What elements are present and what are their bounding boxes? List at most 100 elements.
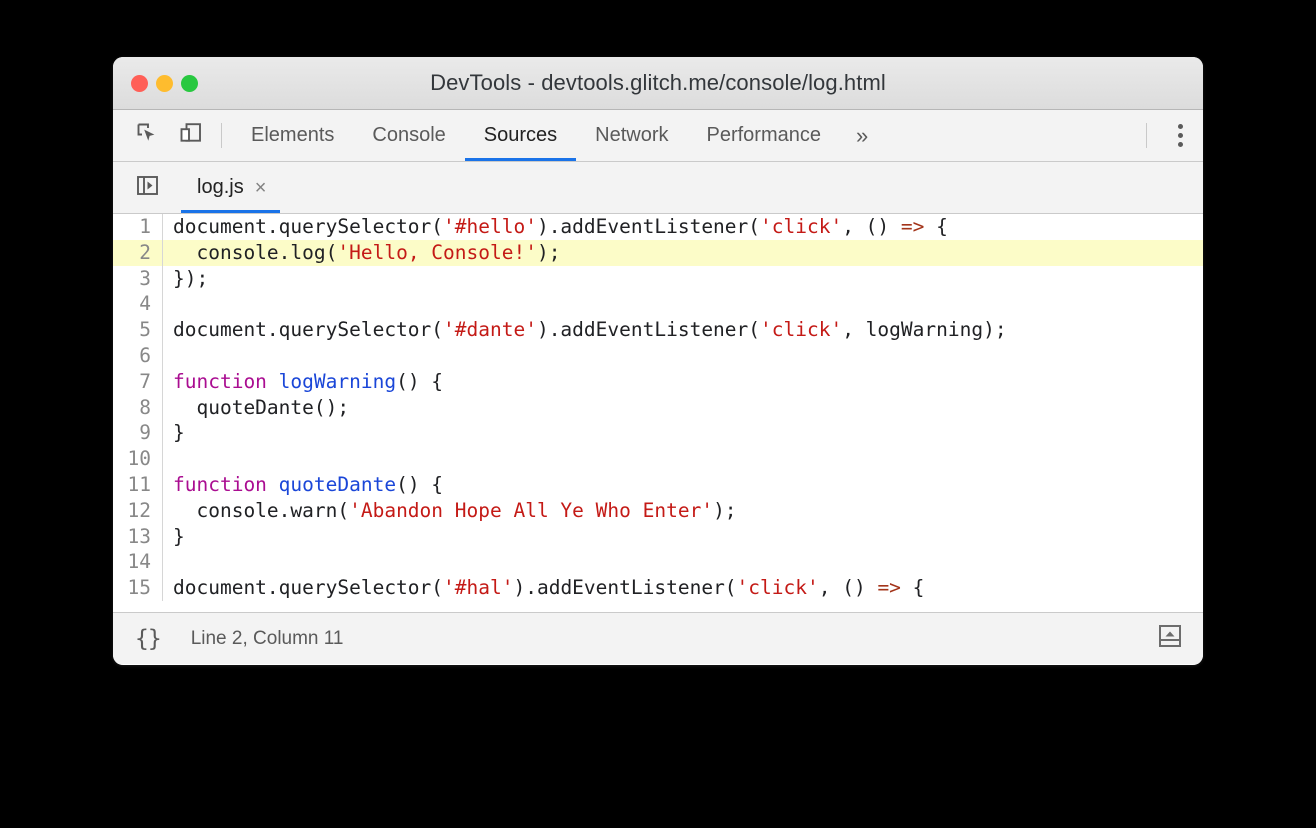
- code-token: 'click': [736, 576, 819, 600]
- code-token: }: [173, 524, 185, 548]
- code-line[interactable]: 11 function quoteDante() {: [113, 471, 1203, 498]
- code-token: 'click': [760, 215, 843, 238]
- source-code-editor[interactable]: 1 document.querySelector('#hello').addEve…: [113, 214, 1203, 612]
- close-window-button[interactable]: [131, 74, 148, 92]
- more-options-icon: [1177, 133, 1183, 138]
- code-text[interactable]: function quoteDante() {: [163, 472, 1203, 498]
- code-token: ).addEventListener(: [536, 215, 761, 238]
- tab-console[interactable]: Console: [353, 110, 464, 161]
- code-token: });: [173, 266, 209, 290]
- toolbar-divider-right: [1146, 123, 1147, 148]
- code-line[interactable]: 9}: [113, 420, 1203, 447]
- code-token: () {: [396, 472, 444, 496]
- code-token: document.querySelector(: [173, 318, 444, 342]
- code-line[interactable]: 8 quoteDante();: [113, 394, 1203, 421]
- code-text[interactable]: });: [163, 266, 1203, 292]
- chevron-double-right-icon: »: [856, 122, 869, 148]
- code-token: 'Abandon Hope All Ye Who Enter': [349, 498, 714, 522]
- more-tabs-button[interactable]: »: [840, 110, 882, 161]
- show-drawer-button[interactable]: [1155, 625, 1185, 653]
- code-line[interactable]: 3});: [113, 265, 1203, 292]
- file-tab-bar: log.js ×: [113, 162, 1203, 214]
- inspect-element-button[interactable]: [125, 110, 169, 161]
- code-text[interactable]: quoteDante();: [163, 395, 1203, 421]
- line-number[interactable]: 12: [113, 497, 163, 524]
- code-line[interactable]: 13}: [113, 523, 1203, 550]
- close-icon[interactable]: ×: [255, 178, 267, 198]
- show-drawer-icon: [1157, 624, 1183, 653]
- code-text[interactable]: }: [163, 420, 1203, 446]
- tab-label: Network: [595, 124, 669, 146]
- code-token: =>: [900, 215, 925, 238]
- tab-label: Console: [372, 124, 446, 146]
- code-token: , (): [818, 576, 878, 600]
- code-text[interactable]: console.warn('Abandon Hope All Ye Who En…: [163, 498, 1203, 524]
- tab-elements[interactable]: Elements: [232, 110, 353, 161]
- tab-performance[interactable]: Performance: [688, 110, 841, 161]
- code-token: function: [173, 472, 267, 496]
- line-number[interactable]: 2: [113, 239, 163, 266]
- tab-network[interactable]: Network: [576, 110, 687, 161]
- code-token: console.log(: [173, 240, 338, 264]
- line-number[interactable]: 10: [113, 446, 163, 472]
- code-token: }: [173, 421, 185, 445]
- window-title: DevTools - devtools.glitch.me/console/lo…: [430, 70, 886, 95]
- line-number[interactable]: 9: [113, 420, 163, 447]
- code-text[interactable]: function logWarning() {: [163, 369, 1203, 395]
- window-controls: [113, 74, 198, 92]
- more-options-button[interactable]: [1157, 110, 1203, 161]
- code-line[interactable]: 5 document.querySelector('#dante').addEve…: [113, 317, 1203, 343]
- pretty-print-button[interactable]: {}: [135, 626, 162, 652]
- line-number[interactable]: 1: [113, 214, 163, 240]
- show-navigator-icon: [136, 175, 159, 201]
- code-line[interactable]: 15 document.querySelector('#hal').addEven…: [113, 575, 1203, 601]
- code-token: () {: [396, 369, 444, 393]
- code-token: function: [173, 369, 267, 393]
- line-number[interactable]: 15: [113, 575, 163, 601]
- code-token: '#hal': [443, 576, 514, 600]
- code-line[interactable]: 14: [113, 549, 1203, 576]
- toolbar-divider: [221, 123, 222, 148]
- tab-sources[interactable]: Sources: [464, 110, 577, 161]
- code-text[interactable]: document.querySelector('#hal').addEventL…: [163, 575, 1203, 601]
- code-token: , (): [842, 215, 901, 238]
- line-number[interactable]: 11: [113, 471, 163, 498]
- code-line[interactable]: 7 function logWarning() {: [113, 368, 1203, 395]
- code-line[interactable]: 10: [113, 446, 1203, 472]
- code-token: document.querySelector(: [173, 215, 444, 238]
- line-number[interactable]: 6: [113, 342, 163, 369]
- code-token: quoteDante: [278, 472, 397, 496]
- code-text[interactable]: }: [163, 524, 1203, 550]
- devtools-window: DevTools - devtools.glitch.me/console/lo…: [113, 57, 1203, 665]
- device-toolbar-button[interactable]: [169, 110, 213, 161]
- code-text[interactable]: document.querySelector('#dante').addEven…: [163, 317, 1203, 343]
- code-line[interactable]: 12 console.warn('Abandon Hope All Ye Who…: [113, 497, 1203, 524]
- line-number[interactable]: 5: [113, 317, 163, 343]
- line-number[interactable]: 7: [113, 368, 163, 395]
- code-line[interactable]: 4: [113, 291, 1203, 318]
- code-token: document.querySelector(: [173, 576, 444, 600]
- code-line[interactable]: 2 console.log('Hello, Console!');: [113, 239, 1203, 266]
- code-text[interactable]: document.querySelector('#hello').addEven…: [163, 214, 1203, 240]
- more-options-icon: [1177, 124, 1183, 129]
- code-token: console.warn(: [173, 498, 350, 522]
- tab-label: Sources: [483, 124, 558, 146]
- code-text[interactable]: console.log('Hello, Console!');: [163, 240, 1203, 266]
- zoom-window-button[interactable]: [181, 74, 198, 92]
- code-line[interactable]: 6: [113, 342, 1203, 369]
- code-line[interactable]: 1 document.querySelector('#hello').addEve…: [113, 214, 1203, 240]
- show-navigator-button[interactable]: [125, 162, 169, 213]
- code-token: '#dante': [443, 318, 537, 342]
- line-number[interactable]: 14: [113, 549, 163, 576]
- line-number[interactable]: 4: [113, 291, 163, 318]
- more-options-icon: [1177, 142, 1183, 147]
- line-number[interactable]: 3: [113, 265, 163, 292]
- devtools-toolbar: Elements Console Sources Network Perform…: [113, 110, 1203, 162]
- line-number[interactable]: 8: [113, 394, 163, 421]
- file-tab-log-js[interactable]: log.js ×: [181, 162, 281, 213]
- line-number[interactable]: 13: [113, 523, 163, 550]
- minimize-window-button[interactable]: [156, 74, 173, 92]
- window-titlebar: DevTools - devtools.glitch.me/console/lo…: [113, 57, 1203, 110]
